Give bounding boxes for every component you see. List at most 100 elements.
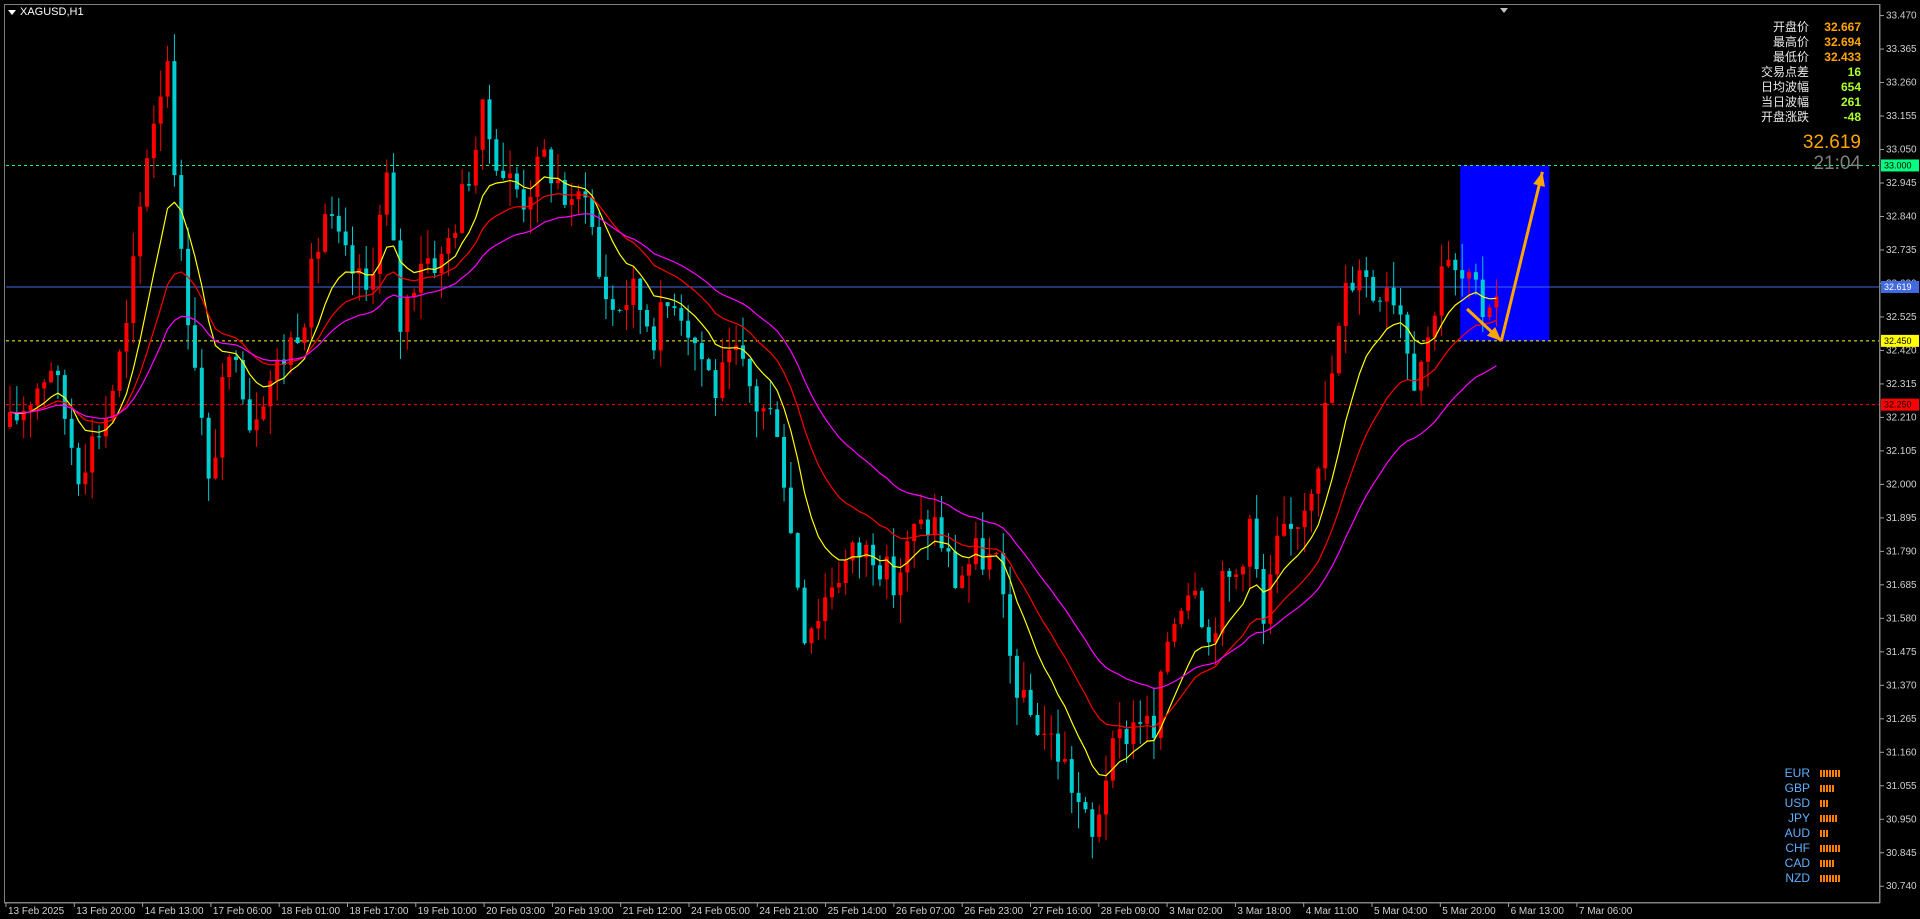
candle-body: [528, 196, 533, 210]
y-tick-label: 31.160: [1886, 747, 1917, 758]
y-tick-label: 31.055: [1886, 781, 1917, 792]
strength-bar: [1829, 845, 1831, 852]
candle-body: [720, 362, 725, 399]
x-tick-label: 24 Feb 05:00: [691, 906, 750, 917]
candle-body: [1069, 759, 1074, 793]
currency-label: EUR: [1784, 766, 1810, 780]
y-tick-label: 32.420: [1886, 345, 1917, 356]
strength-bar: [1826, 830, 1828, 837]
candle-body: [686, 320, 691, 338]
candle-body: [1056, 733, 1061, 762]
candle-body: [371, 273, 376, 290]
candle-body: [1302, 510, 1307, 528]
strength-bar: [1823, 860, 1825, 867]
candle-body: [1138, 722, 1143, 724]
price-chart[interactable]: 33.470 33.365 33.260 33.155 33.050 32.945 32.8…: [0, 0, 1920, 919]
y-tick-label: 32.735: [1886, 245, 1917, 256]
strength-meter: [1820, 875, 1840, 882]
y-tick-label: 31.475: [1886, 647, 1917, 658]
y-tick-label: 31.895: [1886, 513, 1917, 524]
candle-body: [1288, 523, 1293, 529]
info-label: 交易点差: [1760, 65, 1809, 79]
candle-body: [802, 587, 807, 644]
strength-bar: [1823, 875, 1825, 882]
dropdown-triangle-icon[interactable]: [8, 9, 16, 15]
x-tick-label: 5 Mar 20:00: [1442, 906, 1496, 917]
candle-body: [1028, 689, 1033, 716]
y-tick-label: 31.370: [1886, 680, 1917, 691]
candle-body: [960, 575, 965, 588]
strength-bar: [1829, 785, 1831, 792]
candle-body: [1391, 287, 1396, 306]
x-tick-label: 26 Feb 23:00: [964, 906, 1023, 917]
candle-body: [610, 299, 615, 310]
candle-body: [1254, 518, 1259, 570]
candle-body: [343, 231, 348, 246]
candle-body: [398, 240, 403, 332]
candle-body: [967, 564, 971, 576]
y-tick-label: 30.950: [1886, 814, 1917, 825]
x-tick-label: 4 Mar 11:00: [1306, 906, 1359, 917]
x-tick-label: 3 Mar 02:00: [1169, 906, 1223, 917]
chart-window[interactable]: 33.470 33.365 33.260 33.155 33.050 32.945 32.8…: [0, 0, 1920, 919]
candle-body: [1419, 361, 1424, 391]
info-label: 开盘涨跌: [1760, 110, 1809, 124]
info-label: 当日波幅: [1760, 95, 1809, 109]
info-label: 最高价: [1772, 35, 1809, 49]
candle-body: [1227, 570, 1232, 577]
x-tick-label: 28 Feb 09:00: [1101, 906, 1160, 917]
candle-body: [823, 597, 828, 622]
candle-body: [302, 327, 307, 344]
currency-label: USD: [1784, 796, 1810, 810]
candle-body: [76, 447, 81, 485]
candle-body: [83, 472, 88, 485]
y-tick-label: 32.315: [1886, 379, 1917, 390]
candle-body: [28, 405, 33, 411]
strength-bar: [1829, 815, 1831, 822]
candle-body: [466, 184, 471, 186]
candle-body: [247, 399, 252, 431]
candle-body: [857, 542, 862, 558]
x-tick-label: 13 Feb 2025: [8, 906, 65, 917]
bar-timer-display: 21:04: [1813, 153, 1861, 174]
currency-label: CAD: [1784, 856, 1810, 870]
info-row: 最低价 32.433: [1761, 50, 1861, 65]
strength-row: USD: [1770, 796, 1840, 811]
strength-row: CAD: [1770, 856, 1840, 871]
candle-body: [460, 184, 465, 233]
candle-body: [206, 417, 211, 479]
info-value: 32.433: [1824, 50, 1861, 64]
candle-body: [542, 149, 547, 157]
candle-body: [1090, 809, 1095, 837]
info-value: 261: [1840, 95, 1861, 109]
candle-body: [1001, 552, 1006, 595]
candle-body: [1295, 527, 1300, 529]
candle-body: [706, 359, 711, 371]
candle-body: [480, 99, 485, 150]
candle-body: [597, 226, 602, 277]
candle-body: [1473, 272, 1478, 280]
candle-body: [254, 419, 259, 431]
candle-body: [946, 548, 951, 552]
candle-body: [316, 251, 321, 259]
candle-body: [1371, 276, 1376, 301]
strength-bar: [1832, 785, 1834, 792]
x-tick-label: 20 Feb 19:00: [554, 906, 613, 917]
candle-body: [151, 123, 156, 159]
candle-body: [131, 256, 136, 324]
stop-tag-label: 32.250: [1884, 400, 1912, 410]
candle-body: [761, 408, 766, 412]
candle-body: [1282, 523, 1287, 536]
candle-body: [1145, 715, 1150, 724]
x-tick-label: 7 Mar 06:00: [1579, 906, 1633, 917]
candle-body: [1439, 266, 1444, 316]
candle-body: [453, 232, 458, 238]
candle-body: [775, 409, 780, 437]
strength-bar: [1826, 800, 1828, 807]
candle-body: [891, 556, 896, 596]
info-row: 当日波幅 261: [1761, 95, 1861, 110]
candle-body: [234, 356, 239, 360]
currency-label: AUD: [1784, 826, 1810, 840]
candle-body: [1412, 353, 1417, 391]
candle-body: [590, 197, 595, 227]
